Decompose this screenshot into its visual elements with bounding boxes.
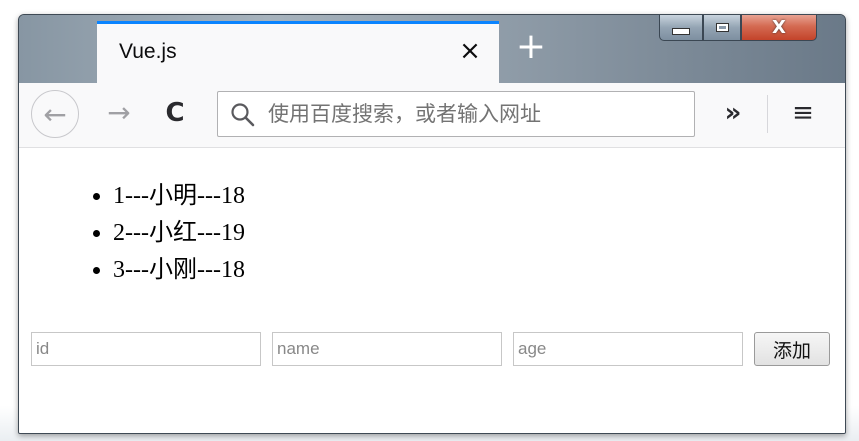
minimize-button[interactable]	[659, 15, 703, 41]
hamburger-menu-icon[interactable]: ≡	[783, 95, 823, 131]
close-window-button[interactable]: X	[741, 15, 817, 41]
add-button[interactable]: 添加	[754, 332, 830, 366]
tab-title: Vue.js	[119, 40, 177, 63]
overflow-chevron-icon[interactable]: »	[713, 95, 753, 131]
page-content: 1---小明---18 2---小红---19 3---小刚---18 添加	[19, 148, 845, 433]
id-input[interactable]	[31, 332, 261, 366]
url-input[interactable]	[268, 98, 678, 130]
age-input[interactable]	[513, 332, 743, 366]
add-user-form: 添加	[31, 332, 845, 368]
search-icon	[231, 103, 255, 127]
reload-button[interactable]: C	[157, 95, 193, 131]
new-tab-icon[interactable]: +	[511, 27, 551, 67]
desktop: Vue.js × + X ← → C 使用百度搜索，或者输入网址 » ≡ • 1…	[0, 0, 859, 441]
browser-window: Vue.js × + X ← → C 使用百度搜索，或者输入网址 » ≡ • 1…	[18, 14, 846, 434]
user-list: 1---小明---18 2---小红---19 3---小刚---18	[73, 178, 245, 289]
navigation-toolbar: ← → C » ≡	[19, 83, 845, 148]
list-item: 1---小明---18	[113, 178, 245, 215]
back-button[interactable]: ←	[31, 90, 79, 138]
name-input[interactable]	[272, 332, 502, 366]
maximize-icon	[715, 23, 729, 32]
title-bar: Vue.js × + X	[19, 15, 845, 83]
tab-close-icon[interactable]: ×	[455, 36, 485, 66]
close-icon: X	[772, 17, 786, 38]
window-controls: X	[659, 15, 817, 43]
list-item: 3---小刚---18	[113, 252, 245, 289]
url-bar[interactable]	[217, 91, 695, 137]
maximize-button[interactable]	[703, 15, 741, 41]
minimize-icon	[672, 28, 690, 35]
tab-vuejs[interactable]: Vue.js ×	[97, 21, 499, 83]
list-item: 2---小红---19	[113, 215, 245, 252]
back-arrow-icon: ←	[43, 97, 67, 131]
forward-button[interactable]: →	[101, 95, 137, 131]
toolbar-divider	[767, 95, 768, 133]
